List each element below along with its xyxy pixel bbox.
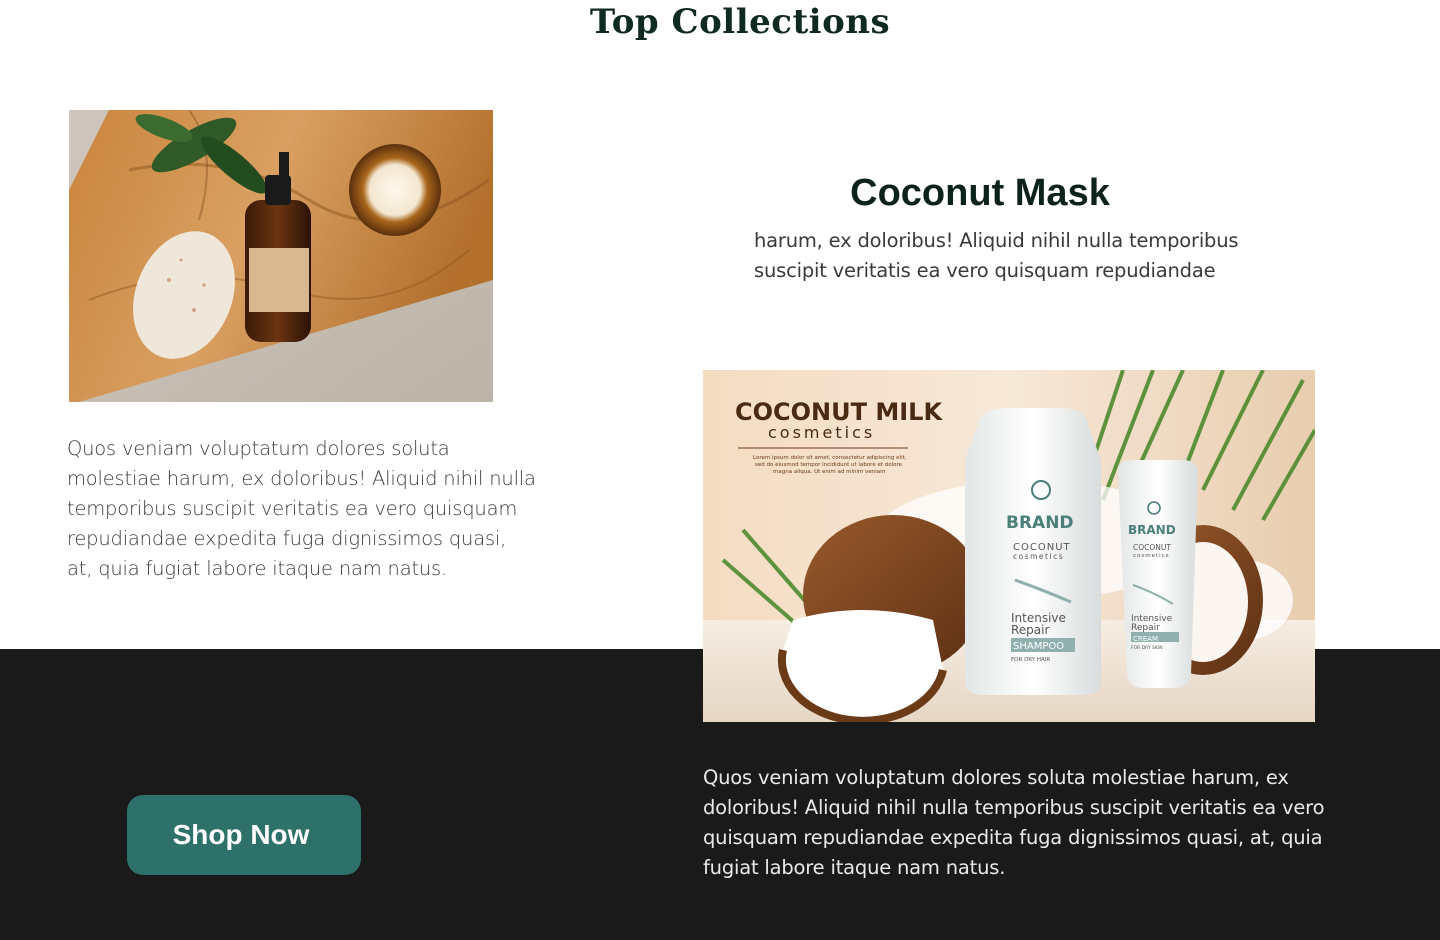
ad-subline: cosmetics	[768, 423, 875, 442]
ad-blurb-2: sed do eiusmod tempor incididunt ut labo…	[755, 462, 903, 468]
product-subtitle: harum, ex doloribus! Aliquid nihil nulla…	[754, 229, 1239, 282]
bottle-note: FOR DRY HAIR	[1011, 657, 1050, 663]
ad-headline: COCONUT MILK	[735, 398, 943, 426]
tube-brand: BRAND	[1128, 523, 1176, 537]
section-title: Top Collections	[589, 2, 891, 42]
collection-1-description: Quos veniam voluptatum dolores soluta mo…	[67, 437, 536, 580]
tube-note: FOR DRY SKIN	[1131, 645, 1163, 651]
tube-line-2: cosmetics	[1133, 553, 1170, 559]
shop-now-button[interactable]: Shop Now	[127, 795, 361, 875]
product-title: Coconut Mask	[850, 172, 1110, 214]
bottle-type: SHAMPOO	[1013, 641, 1064, 652]
coconut-milk-ad-image: COCONUT MILK cosmetics Lorem ipsum dolor…	[703, 370, 1315, 722]
bottle-line-2: cosmetics	[1013, 552, 1064, 561]
ad-blurb-1: Lorem ipsum dolor sit amet, consectetur …	[753, 455, 907, 461]
tube-type: CREAM	[1133, 635, 1158, 643]
bottle-brand: BRAND	[1006, 513, 1074, 533]
spa-products-image	[69, 110, 493, 402]
tube-product-2: Repair	[1131, 623, 1160, 633]
collection-2-description: Quos veniam voluptatum dolores soluta mo…	[703, 766, 1325, 879]
tube-line-1: COCONUT	[1133, 543, 1171, 552]
ad-blurb-3: magna aliqua. Ut enim ad minim veniam	[773, 469, 886, 475]
bottle-product-2: Repair	[1011, 623, 1049, 637]
